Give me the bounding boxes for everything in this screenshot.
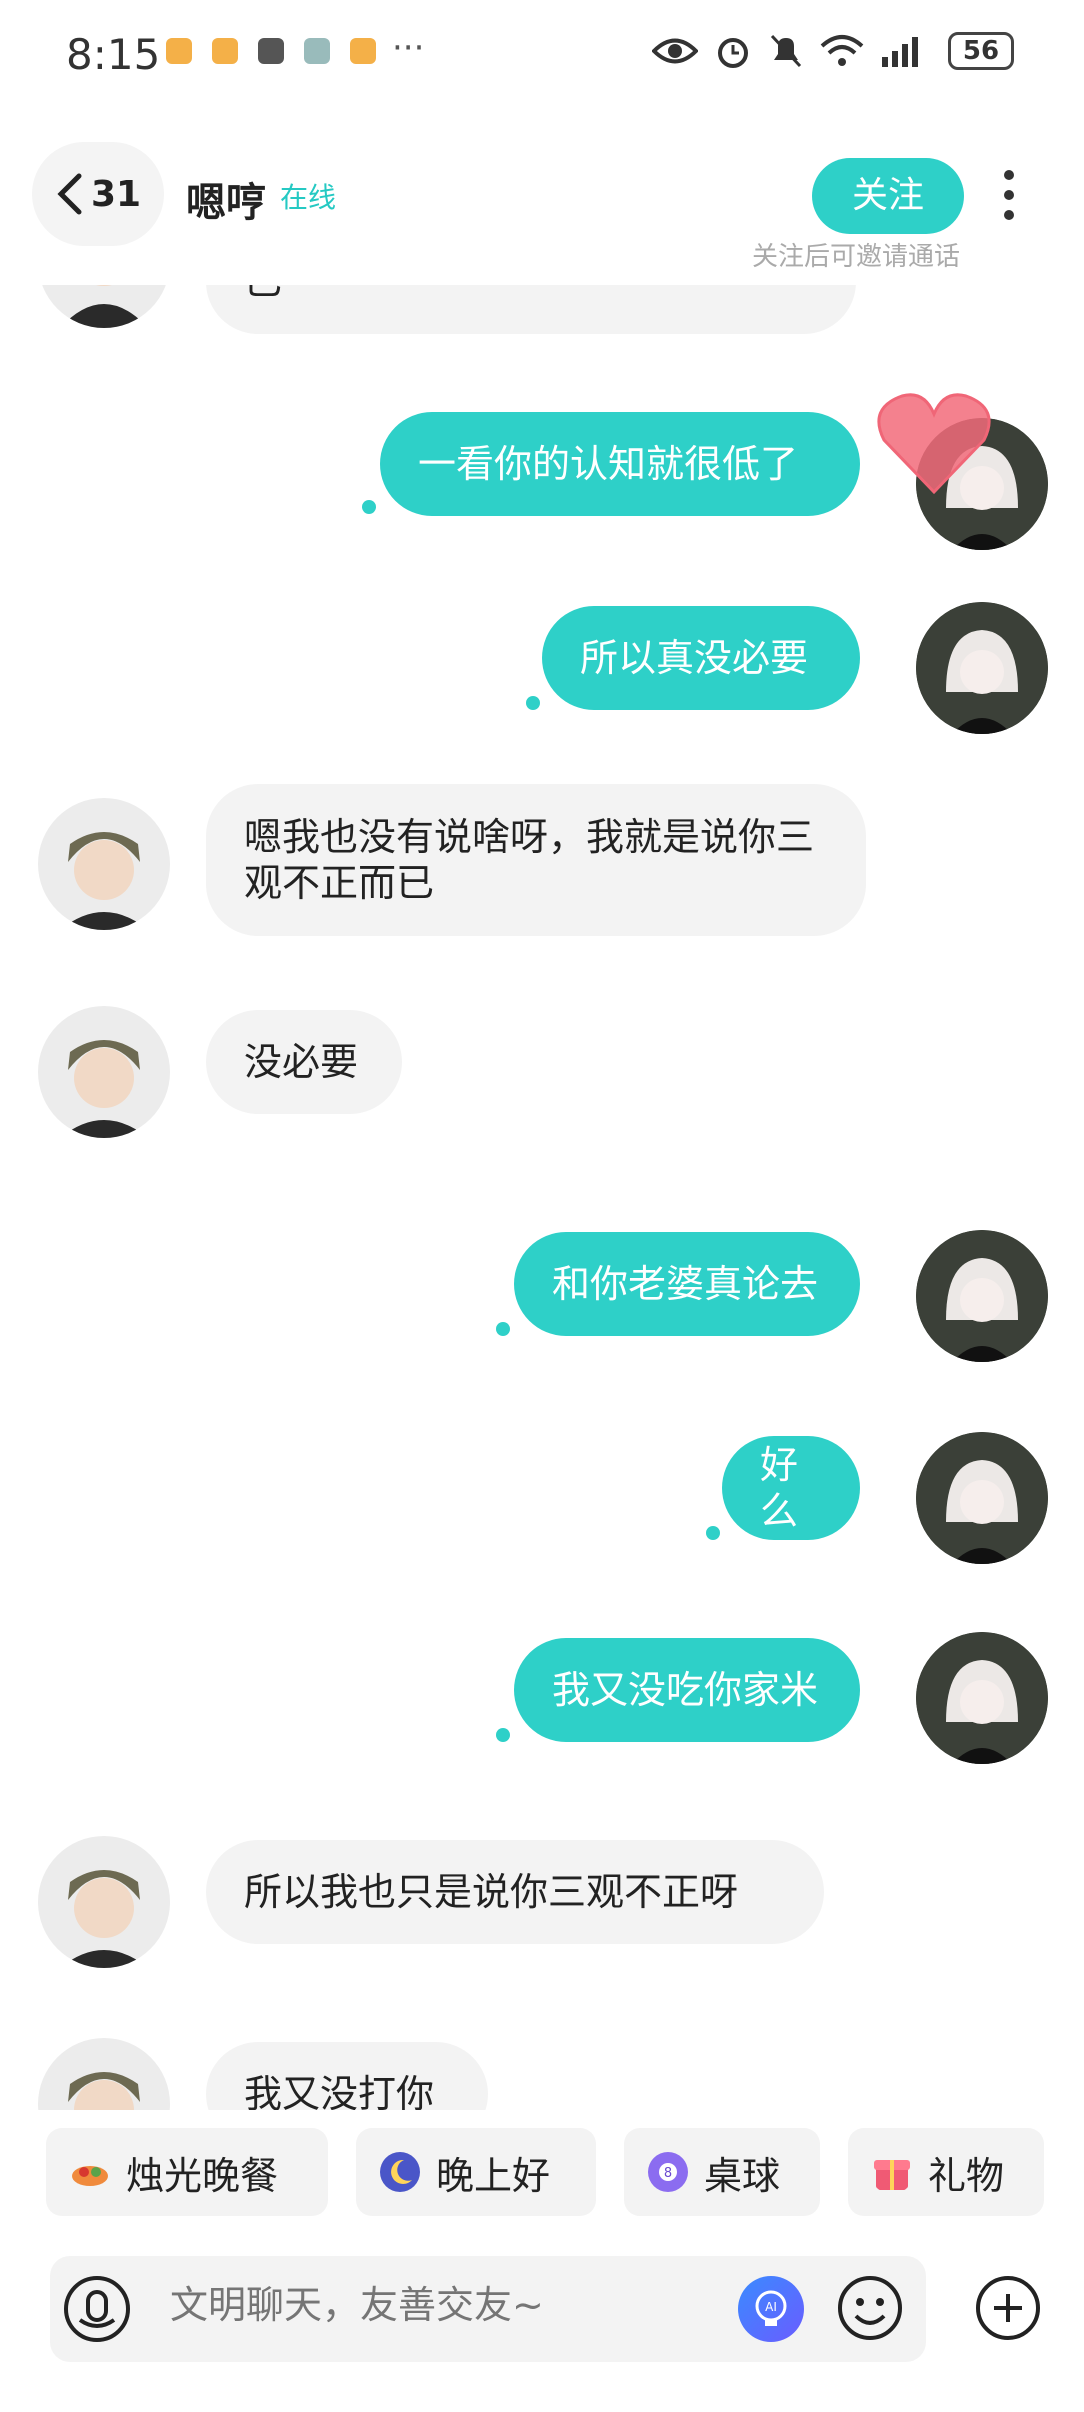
quick-action-label: 晚上好 (436, 2153, 551, 2198)
message-text: 没必要 (244, 1040, 359, 1084)
notification-icon (212, 38, 238, 64)
mute-bell-icon (770, 34, 802, 68)
heart-icon (877, 393, 991, 495)
svg-text:AI: AI (765, 2300, 777, 2314)
notification-icon (258, 38, 284, 64)
emoji-icon[interactable] (834, 2272, 906, 2344)
voice-input-icon[interactable] (62, 2274, 132, 2344)
message-bubble[interactable]: 我又没吃你家米 (514, 1638, 860, 1742)
svg-text:8: 8 (664, 2166, 672, 2181)
contact-avatar[interactable] (38, 2038, 170, 2110)
alarm-icon (718, 38, 748, 68)
battery-indicator: 56 (948, 32, 1014, 70)
contact-avatar[interactable] (38, 798, 170, 930)
notification-icon (350, 38, 376, 64)
message-text: 一看你的认知就很低了 (418, 442, 799, 486)
message-bubble[interactable]: 所以我也只是说你三观不正呀 (206, 1840, 824, 1944)
presence-status: 在线 (280, 181, 337, 214)
quick-actions-bar: 烛光晚餐 晚上好 8 桌球 礼物 (0, 2128, 1084, 2218)
notification-icon (304, 38, 330, 64)
ai-bulb-icon: AI (755, 2290, 787, 2326)
moon-icon (380, 2152, 420, 2192)
bubble-tail-dot (496, 1728, 510, 1742)
message-text: 所以我也只是说你三观不正呀 (244, 1870, 739, 1914)
status-bar: 8:15 ··· 56 (0, 0, 1084, 110)
quick-action-label: 礼物 (928, 2153, 1005, 2198)
quick-action-gift[interactable]: 礼物 (848, 2128, 1044, 2216)
my-avatar[interactable] (916, 1632, 1048, 1764)
message-bubble[interactable]: 我又没打你 (206, 2042, 488, 2110)
follow-button[interactable]: 关注 (812, 158, 964, 234)
bubble-tail-dot (362, 500, 376, 514)
message-input-bar: AI (50, 2256, 926, 2362)
gift-icon (874, 2160, 910, 2190)
status-time: 8:15 (66, 30, 161, 79)
signal-icon (882, 37, 918, 67)
message-text: 所以真没必要 (580, 636, 809, 680)
message-text: 嗯我也没有说啥呀，我就是说你三观不正而已 (244, 815, 815, 905)
contact-avatar[interactable] (38, 1836, 170, 1968)
quick-action-good-evening[interactable]: 晚上好 (356, 2128, 596, 2216)
chat-area: 已 一看你的认知就很低了 所以真没必要 嗯我也没有说啥呀，我就是说你三观不正而已… (0, 0, 1084, 2110)
candlelight-dinner-icon (72, 2166, 108, 2186)
ai-assistant-button[interactable]: AI (738, 2276, 804, 2342)
contact-avatar[interactable] (38, 1006, 170, 1138)
message-bubble[interactable]: 好么 (722, 1436, 860, 1540)
my-avatar[interactable] (916, 1432, 1048, 1564)
notification-icon (166, 38, 192, 64)
quick-action-candlelight-dinner[interactable]: 烛光晚餐 (46, 2128, 328, 2216)
my-avatar[interactable] (916, 1230, 1048, 1362)
chat-header: 31 嗯哼 在线 关注 关注后可邀请通话 (0, 110, 1084, 285)
message-input[interactable] (168, 2282, 692, 2328)
wifi-icon (820, 35, 864, 66)
bubble-tail-dot (496, 1322, 510, 1336)
back-button[interactable]: 31 (32, 142, 164, 246)
message-bubble[interactable]: 一看你的认知就很低了 (380, 412, 860, 516)
bubble-tail-dot (706, 1526, 720, 1540)
quick-action-label: 烛光晚餐 (126, 2153, 279, 2198)
eye-icon (652, 38, 698, 64)
message-bubble[interactable]: 和你老婆真论去 (514, 1232, 860, 1336)
unread-count: 31 (90, 173, 142, 215)
message-text: 我又没吃你家米 (552, 1668, 819, 1712)
message-bubble[interactable]: 所以真没必要 (542, 606, 860, 710)
bubble-tail-dot (526, 696, 540, 710)
my-avatar[interactable] (916, 602, 1048, 734)
quick-action-billiards[interactable]: 8 桌球 (624, 2128, 820, 2216)
message-text: 和你老婆真论去 (552, 1262, 819, 1306)
message-text: 我又没打你 (244, 2072, 435, 2110)
add-attachment-icon[interactable] (972, 2272, 1044, 2344)
chevron-left-icon (57, 173, 82, 215)
more-options-button[interactable] (1004, 170, 1016, 230)
contact-name[interactable]: 嗯哼 (186, 170, 266, 228)
quick-action-label: 桌球 (704, 2153, 781, 2198)
message-bubble[interactable]: 嗯我也没有说啥呀，我就是说你三观不正而已 (206, 784, 866, 936)
follow-hint: 关注后可邀请通话 (752, 242, 961, 272)
more-notifications-icon: ··· (392, 28, 425, 68)
message-bubble[interactable]: 没必要 (206, 1010, 402, 1114)
message-text: 好么 (760, 1443, 799, 1533)
billiard-ball-icon: 8 (648, 2152, 688, 2192)
